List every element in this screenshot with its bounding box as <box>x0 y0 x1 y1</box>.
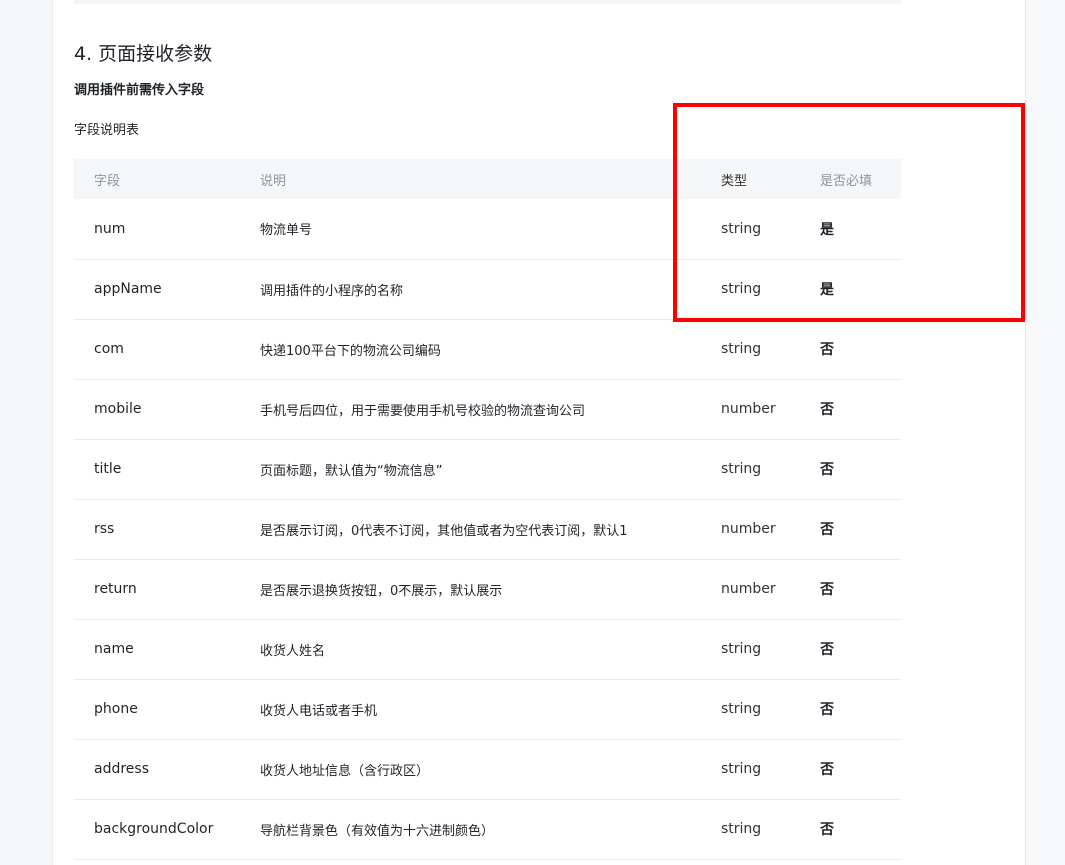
cell-type: string <box>721 461 762 477</box>
cell-field: address <box>94 761 150 777</box>
cell-description: 收货人电话或者手机 <box>260 703 378 719</box>
cell-required: 否 <box>820 342 834 358</box>
cell-field: title <box>94 461 122 477</box>
cell-required: 否 <box>820 522 834 538</box>
cell-description: 调用插件的小程序的名称 <box>260 283 404 299</box>
cell-field: num <box>94 220 126 237</box>
cell-required: 否 <box>820 822 834 838</box>
cell-required: 否 <box>820 582 834 598</box>
cell-description: 是否展示订阅，0代表不订阅，其他值或者为空代表订阅，默认1 <box>260 523 628 539</box>
cell-type: string <box>721 341 762 357</box>
cell-type: string <box>721 761 762 777</box>
cell-description: 页面标题，默认值为“物流信息” <box>260 463 443 479</box>
previous-block-edge <box>74 0 901 4</box>
cell-required: 否 <box>820 702 834 718</box>
cell-field: phone <box>94 701 138 717</box>
right-gutter <box>1026 0 1065 865</box>
header-description: 说明 <box>260 173 287 189</box>
cell-type: string <box>721 701 762 717</box>
table-row: phone 收货人电话或者手机 string 否 <box>74 679 901 739</box>
table-row: mobile 手机号后四位，用于需要使用手机号校验的物流查询公司 number … <box>74 379 901 439</box>
cell-description: 手机号后四位，用于需要使用手机号校验的物流查询公司 <box>260 403 586 419</box>
cell-field: backgroundColor <box>94 821 214 837</box>
table-caption: 字段说明表 <box>74 123 140 138</box>
cell-description: 导航栏背景色（有效值为十六进制颜色） <box>260 823 495 839</box>
table-row: com 快递100平台下的物流公司编码 string 否 <box>74 319 901 379</box>
highlight-annotation-box <box>673 103 1025 322</box>
cell-field: return <box>94 581 137 597</box>
cell-required: 否 <box>820 402 834 418</box>
cell-required: 否 <box>820 762 834 778</box>
cell-field: mobile <box>94 401 142 417</box>
cell-field: rss <box>94 521 115 537</box>
cell-type: number <box>721 581 776 597</box>
table-row: rss 是否展示订阅，0代表不订阅，其他值或者为空代表订阅，默认1 number… <box>74 499 901 559</box>
table-row: title 页面标题，默认值为“物流信息” string 否 <box>74 439 901 499</box>
table-row: backgroundColor 导航栏背景色（有效值为十六进制颜色） strin… <box>74 799 901 859</box>
cell-description: 物流单号 <box>260 223 313 239</box>
header-field: 字段 <box>94 173 121 189</box>
cell-field: appName <box>94 281 162 297</box>
cell-type: string <box>721 821 762 837</box>
cell-description: 收货人姓名 <box>260 643 326 659</box>
cell-type: number <box>721 521 776 537</box>
section-title: 4. 页面接收参数 <box>74 43 213 65</box>
cell-required: 否 <box>820 462 834 478</box>
cell-field: com <box>94 341 124 357</box>
cell-type: string <box>721 641 762 657</box>
table-row: address 收货人地址信息（含行政区） string 否 <box>74 739 901 799</box>
subheading: 调用插件前需传入字段 <box>74 83 205 98</box>
table-row: return 是否展示退换货按钮，0不展示，默认展示 number 否 <box>74 559 901 619</box>
cell-description: 是否展示退换货按钮，0不展示，默认展示 <box>260 583 503 599</box>
table-row: name 收货人姓名 string 否 <box>74 619 901 679</box>
cell-type: number <box>721 401 776 417</box>
cell-description: 快递100平台下的物流公司编码 <box>260 343 441 359</box>
cell-field: name <box>94 641 134 657</box>
cell-required: 否 <box>820 642 834 658</box>
cell-description: 收货人地址信息（含行政区） <box>260 763 430 779</box>
